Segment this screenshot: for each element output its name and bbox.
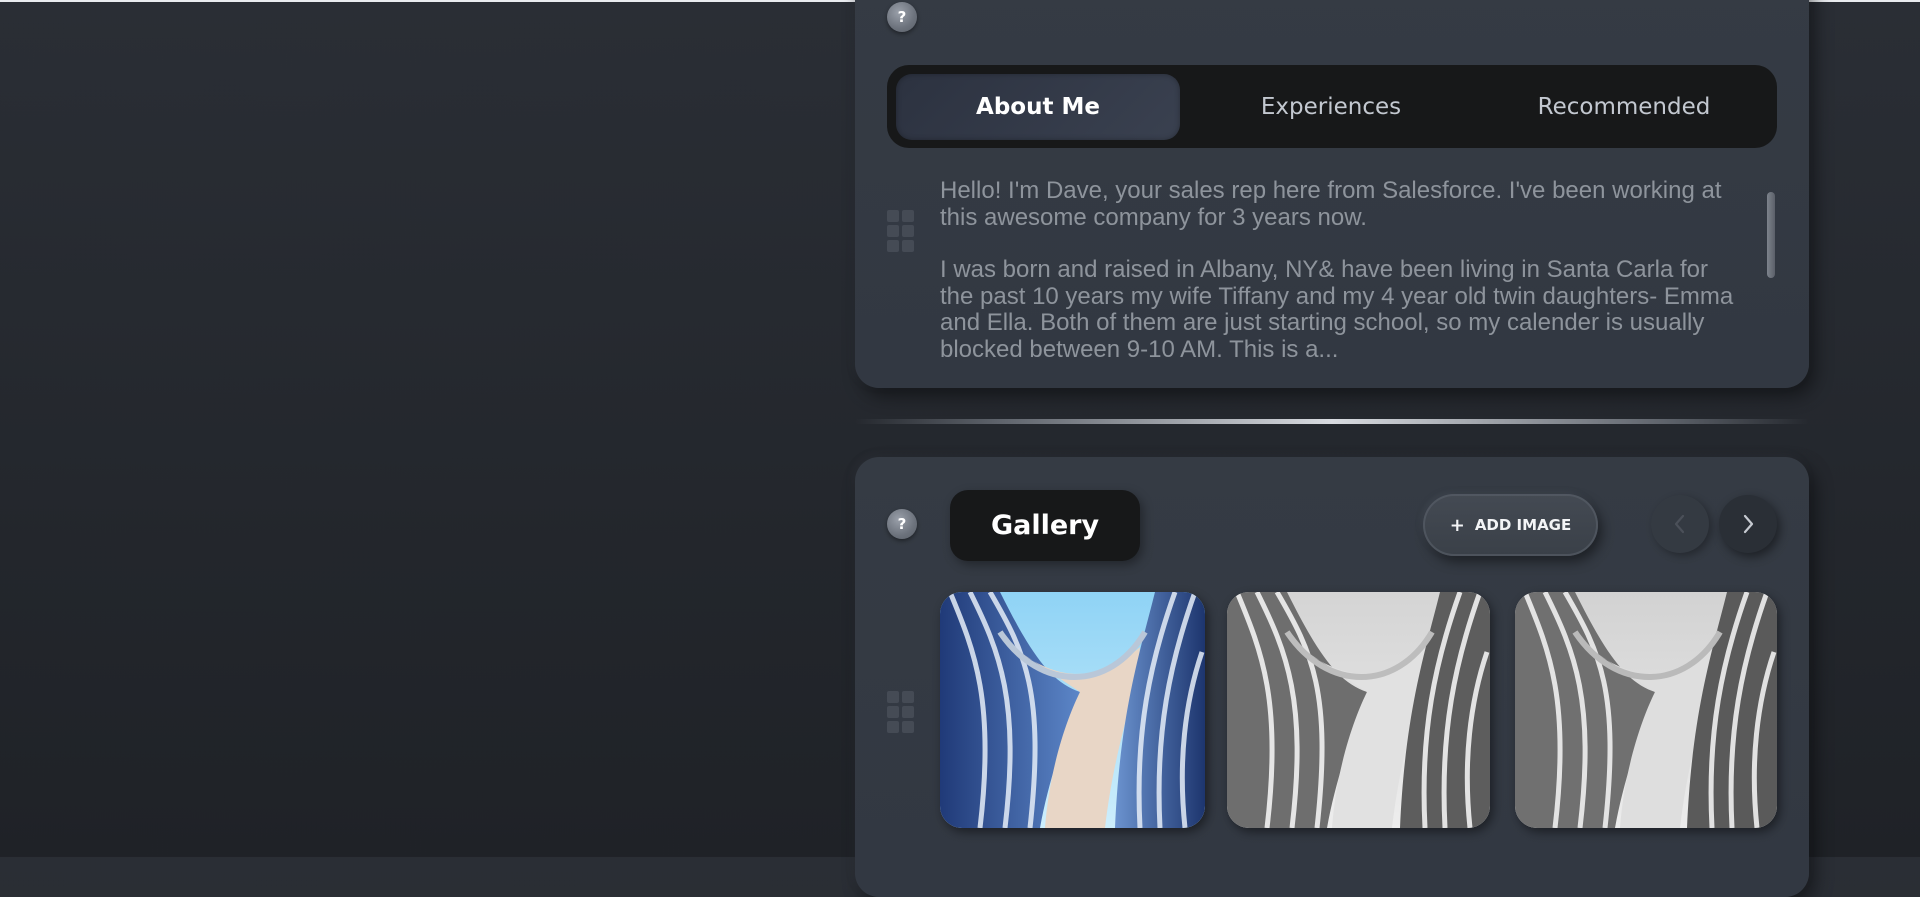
section-divider xyxy=(855,419,1809,424)
tab-about-me[interactable]: About Me xyxy=(896,74,1180,140)
gallery-help-button[interactable]: ? xyxy=(887,509,917,539)
plus-icon: + xyxy=(1449,514,1465,536)
about-paragraph: Hello! I'm Dave, your sales rep here fro… xyxy=(940,177,1722,231)
add-image-button[interactable]: + ADD IMAGE xyxy=(1423,494,1598,556)
gallery-drag-handle-icon[interactable] xyxy=(887,691,917,733)
gallery-title: Gallery xyxy=(950,490,1140,561)
about-panel: ? About Me Experiences Recommended Hello… xyxy=(855,0,1809,388)
gallery-next-button[interactable] xyxy=(1719,495,1777,553)
about-tab-bar: About Me Experiences Recommended xyxy=(887,65,1777,148)
gallery-panel: ? Gallery + ADD IMAGE xyxy=(855,457,1809,897)
about-help-button[interactable]: ? xyxy=(887,2,917,32)
about-text: Hello! I'm Dave, your sales rep here fro… xyxy=(940,177,1740,389)
tab-recommended[interactable]: Recommended xyxy=(1482,74,1766,140)
about-drag-handle-icon[interactable] xyxy=(887,210,917,252)
gallery-image-grayscale-2[interactable] xyxy=(1515,592,1777,828)
add-image-label: ADD IMAGE xyxy=(1474,516,1572,534)
chevron-right-icon xyxy=(1743,514,1754,534)
about-scrollbar[interactable] xyxy=(1767,192,1775,278)
gallery-image-grayscale[interactable] xyxy=(1227,592,1490,828)
about-paragraph: I was born and raised in Albany, NY& hav… xyxy=(940,256,1734,363)
chevron-left-icon xyxy=(1674,514,1685,534)
gallery-image-color[interactable] xyxy=(940,592,1205,828)
tab-experiences[interactable]: Experiences xyxy=(1189,74,1473,140)
gallery-prev-button[interactable] xyxy=(1651,495,1709,553)
